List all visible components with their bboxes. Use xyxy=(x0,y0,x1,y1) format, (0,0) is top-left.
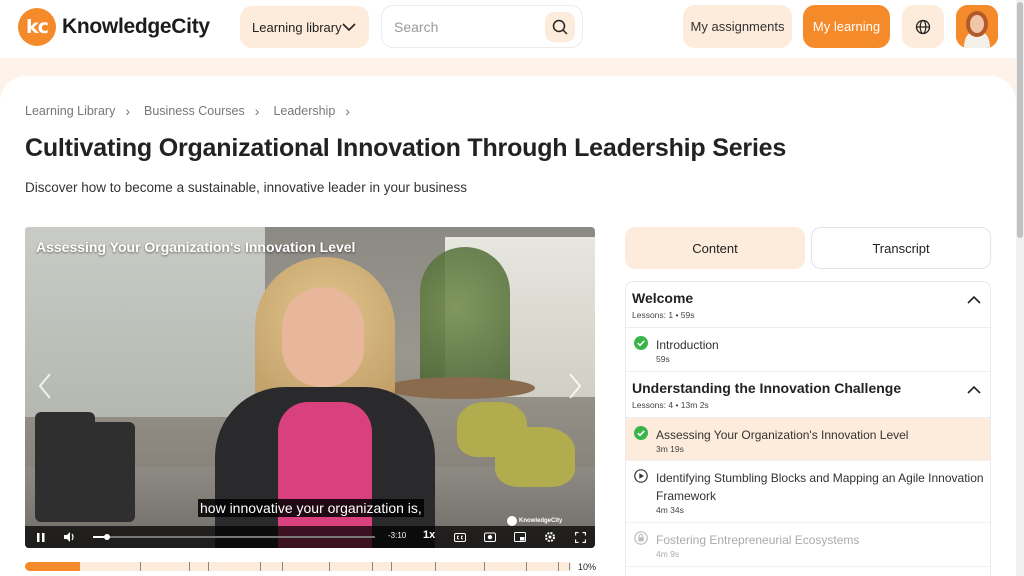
video-scene-office-chair xyxy=(85,422,135,522)
chevron-right-icon: › xyxy=(345,103,350,119)
lock-icon xyxy=(634,531,648,545)
fullscreen-icon[interactable] xyxy=(572,529,588,545)
breadcrumb-learning-library[interactable]: Learning Library xyxy=(25,104,115,118)
breadcrumb-leadership[interactable]: Leadership xyxy=(273,104,335,118)
snapshot-icon[interactable] xyxy=(482,529,498,545)
progress-segment-tick xyxy=(260,562,262,571)
logo-text: KnowledgeCity xyxy=(62,15,210,38)
progress-segment-tick xyxy=(558,562,560,571)
video-scene-chair xyxy=(495,427,575,487)
section-meta: Lessons: 4 • 13m 2s xyxy=(632,400,709,410)
progress-segment-tick xyxy=(435,562,437,571)
chevron-up-icon[interactable] xyxy=(966,382,982,398)
lesson-duration: 4m 34s xyxy=(656,505,684,515)
picture-in-picture-icon[interactable] xyxy=(512,529,528,545)
lesson-item[interactable]: Introduction 59s xyxy=(626,328,990,372)
section-title: Welcome xyxy=(632,290,694,306)
knowledgecity-logo[interactable]: kc KnowledgeCity xyxy=(18,8,210,46)
progress-segment-tick xyxy=(525,562,527,571)
course-content-panel: Welcome Lessons: 1 • 59s Introduction 59… xyxy=(625,281,991,576)
page-title: Cultivating Organizational Innovation Th… xyxy=(25,134,787,162)
search-icon[interactable] xyxy=(545,12,575,42)
breadcrumb-business-courses[interactable]: Business Courses xyxy=(144,104,245,118)
lesson-title: Identifying Stumbling Blocks and Mapping… xyxy=(656,471,984,503)
lesson-duration: 3m 19s xyxy=(656,444,684,454)
lesson-title: Introduction xyxy=(656,338,719,352)
learning-library-button[interactable]: Learning library xyxy=(240,6,369,48)
watermark-text: KnowledgeCity xyxy=(519,518,563,524)
course-subtitle: Discover how to become a sustainable, in… xyxy=(25,180,467,195)
search-box xyxy=(381,5,583,48)
settings-gear-icon[interactable] xyxy=(542,529,558,545)
video-scene-plant xyxy=(420,247,510,397)
video-progress-bar[interactable] xyxy=(93,534,375,540)
volume-icon[interactable] xyxy=(62,529,78,545)
chevron-up-icon[interactable] xyxy=(966,292,982,308)
progress-segment-tick xyxy=(569,562,571,571)
language-button[interactable] xyxy=(902,5,944,48)
tab-content[interactable]: Content xyxy=(625,227,805,269)
closed-captions-icon[interactable] xyxy=(452,529,468,545)
avatar[interactable] xyxy=(956,5,998,48)
section-title: Understanding the Innovation Challenge xyxy=(632,380,902,396)
progress-segment-tick xyxy=(372,562,374,571)
progress-segment-tick xyxy=(189,562,191,571)
search-input[interactable] xyxy=(394,17,544,37)
section-header-understanding-the-innovation-challenge[interactable]: Understanding the Innovation Challenge L… xyxy=(626,372,990,418)
progress-segment-tick xyxy=(391,562,393,571)
scrollbar-thumb[interactable] xyxy=(1017,2,1023,238)
video-scene-table xyxy=(385,377,535,399)
page-scrollbar[interactable] xyxy=(1016,0,1024,576)
video-progress-knob[interactable] xyxy=(104,534,111,540)
progress-segment-tick xyxy=(208,562,210,571)
progress-segment-tick xyxy=(282,562,284,571)
breadcrumb: Learning Library › Business Courses › Le… xyxy=(25,103,364,119)
progress-segment-tick xyxy=(484,562,486,571)
chevron-right-icon: › xyxy=(125,103,131,119)
lesson-title: Fostering Entrepreneurial Ecosystems xyxy=(656,533,860,547)
logo-badge: kc xyxy=(18,8,56,46)
next-arrow-icon[interactable] xyxy=(567,372,583,405)
check-circle-icon xyxy=(634,426,648,440)
lesson-item-locked[interactable]: Fostering Entrepreneurial Ecosystems 4m … xyxy=(626,523,990,567)
my-assignments-button[interactable]: My assignments xyxy=(683,5,792,48)
course-progress-fill xyxy=(25,562,80,571)
video-player[interactable]: Assessing Your Organization's Innovation… xyxy=(25,227,595,548)
time-remaining: -3:10 xyxy=(388,531,407,540)
video-presenter-face xyxy=(282,287,364,387)
video-scene-window xyxy=(25,227,265,417)
playback-speed-button[interactable]: 1x xyxy=(423,529,435,541)
learning-library-label: Learning library xyxy=(252,19,342,35)
play-circle-icon xyxy=(634,469,648,483)
lesson-item-active[interactable]: Assessing Your Organization's Innovation… xyxy=(626,418,990,461)
check-circle-icon xyxy=(634,336,648,350)
previous-arrow-icon[interactable] xyxy=(37,372,53,405)
video-controls: -3:10 1x xyxy=(25,526,595,548)
section-header-welcome[interactable]: Welcome Lessons: 1 • 59s xyxy=(626,282,990,328)
my-learning-button[interactable]: My learning xyxy=(803,5,890,48)
video-watermark: KnowledgeCity xyxy=(507,516,562,526)
watermark-logo-icon xyxy=(507,516,517,526)
pause-icon[interactable] xyxy=(33,529,49,545)
tab-transcript[interactable]: Transcript xyxy=(811,227,991,269)
globe-icon xyxy=(915,19,931,34)
video-title: Assessing Your Organization's Innovation… xyxy=(36,239,356,255)
lesson-title: Assessing Your Organization's Innovation… xyxy=(656,428,909,442)
top-navigation-bar: kc KnowledgeCity Learning library My ass… xyxy=(0,0,1016,58)
progress-segment-tick xyxy=(328,562,330,571)
lesson-duration: 4m 9s xyxy=(656,549,680,559)
chevron-down-icon xyxy=(342,23,356,32)
video-caption: how innovative your organization is, xyxy=(198,499,424,517)
lesson-duration: 59s xyxy=(656,354,670,364)
lesson-item[interactable]: Identifying Stumbling Blocks and Mapping… xyxy=(626,461,990,523)
course-progress-percent: 10% xyxy=(578,562,597,572)
progress-segment-tick xyxy=(139,562,141,571)
chevron-right-icon: › xyxy=(254,103,260,119)
course-progress-bar xyxy=(25,562,572,571)
section-meta: Lessons: 1 • 59s xyxy=(632,310,695,320)
main-content: Learning Library › Business Courses › Le… xyxy=(0,76,1016,576)
